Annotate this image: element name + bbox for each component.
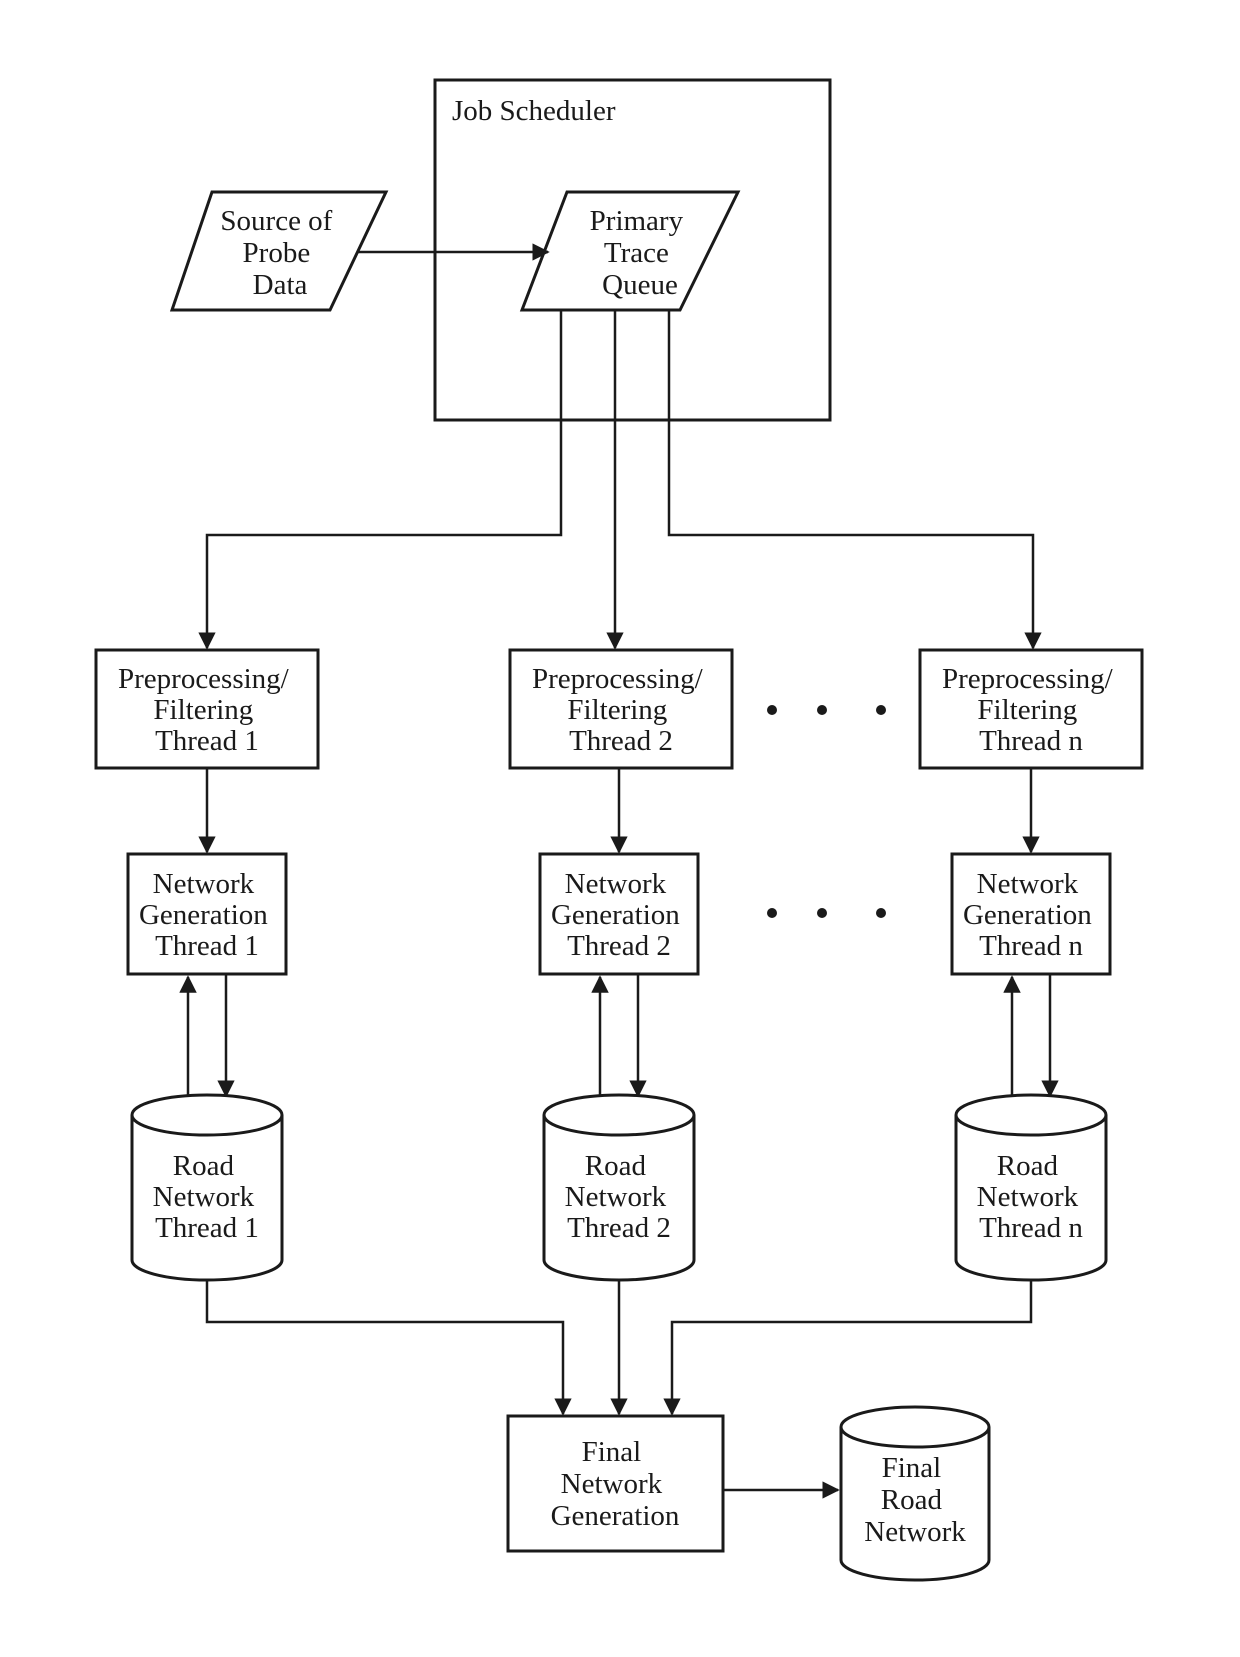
ellipsis-dot [876,705,886,715]
network-generation-thread-1-label: Network Generation Thread 1 [139,868,275,962]
job-scheduler-label: Job Scheduler [452,95,616,127]
ellipsis-dot [817,705,827,715]
network-generation-thread-n-label: Network Generation Thread n [963,868,1099,962]
ellipsis-dot [767,705,777,715]
road-1-to-final-arrow [205,1280,572,1416]
ellipsis-dot [876,908,886,918]
network-generation-thread-2-label: Network Generation Thread 2 [551,868,687,962]
ellipsis-dot [817,908,827,918]
road-n-to-final-arrow [663,1280,1033,1416]
ellipsis-dot [767,908,777,918]
ellipsis-network-generation [767,908,886,918]
ellipsis-preprocessing [767,705,886,715]
flow-diagram: Job Scheduler Source of Probe Data Prima… [94,78,1144,1582]
primary-trace-queue-label: Primary Trace Queue [590,205,691,301]
